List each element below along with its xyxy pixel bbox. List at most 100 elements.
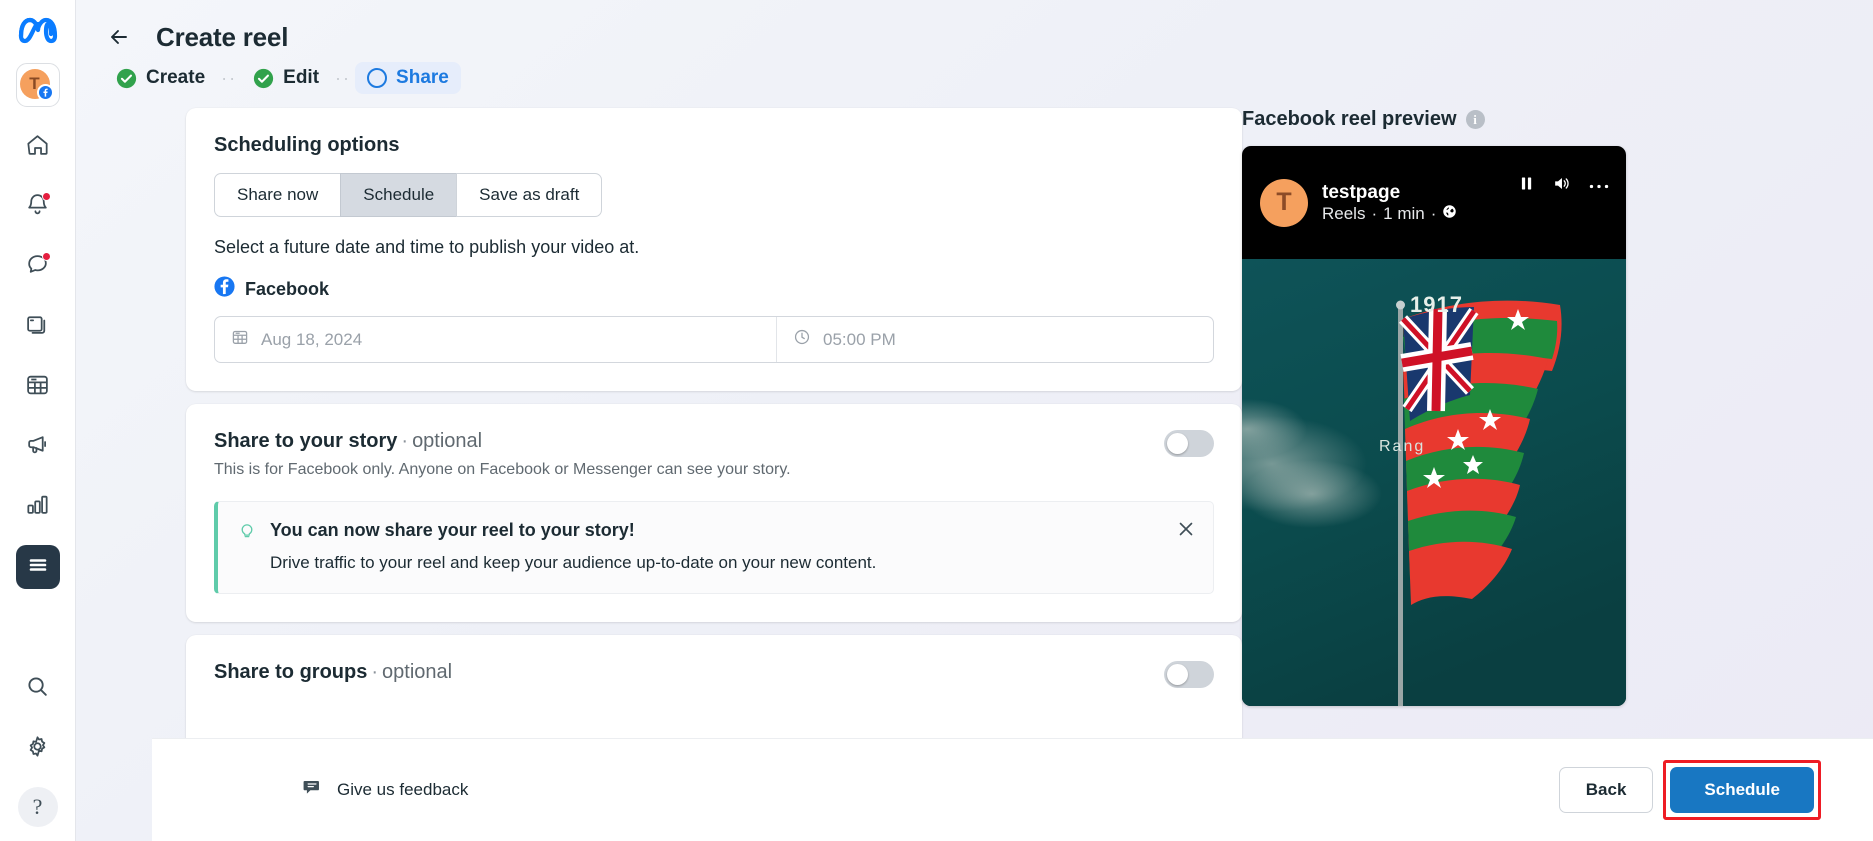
svg-text:1917: 1917 xyxy=(1410,292,1463,317)
title-separator: · xyxy=(401,430,409,452)
platform-row: Facebook xyxy=(214,276,1214,302)
page-header: Create reel xyxy=(76,0,1873,58)
search-icon xyxy=(25,674,50,704)
optional-label: optional xyxy=(412,430,483,452)
sidebar-item-planner[interactable] xyxy=(16,365,60,409)
sidebar-item-ads[interactable] xyxy=(16,425,60,469)
platform-name: Facebook xyxy=(245,278,330,299)
page-info: testpage Reels · 1 min · xyxy=(1322,181,1457,225)
sidebar-item-notifications[interactable] xyxy=(16,185,60,229)
step-connector: ·· xyxy=(221,67,238,88)
scheduling-segmented-control: Share now Schedule Save as draft xyxy=(214,173,1214,217)
close-icon[interactable] xyxy=(1175,518,1197,540)
step-share[interactable]: Share xyxy=(355,62,461,94)
step-label: Edit xyxy=(283,67,320,88)
share-to-story-text: Share to your story · optional This is for… xyxy=(214,430,791,479)
step-edit[interactable]: Edit xyxy=(241,62,331,94)
account-switcher-avatar[interactable]: T xyxy=(15,63,60,107)
meta-logo-icon[interactable] xyxy=(17,16,59,49)
meta-type: Reels xyxy=(1322,204,1366,224)
step-label: Create xyxy=(146,67,206,88)
left-nav-rail: T ? xyxy=(0,0,76,841)
notice-title: You can now share your reel to your stor… xyxy=(270,520,635,540)
time-value: 05:00 PM xyxy=(823,329,896,349)
share-to-groups-title: Share to groups xyxy=(214,661,368,683)
preview-title: Facebook reel preview xyxy=(1242,108,1457,130)
create-reel-page: T ? Create reel Create ·· Edit ·· Share … xyxy=(0,0,1873,841)
story-notice-banner: You can now share your reel to your stor… xyxy=(214,501,1214,594)
pause-icon[interactable] xyxy=(1518,174,1535,198)
toggle-knob xyxy=(1167,433,1188,454)
calendar-icon xyxy=(231,328,249,351)
scheduling-helper-text: Select a future date and time to publish… xyxy=(214,237,640,257)
title-separator: · xyxy=(371,661,379,683)
schedule-option[interactable]: Schedule xyxy=(340,173,458,217)
player-controls xyxy=(1518,174,1610,198)
back-arrow-icon[interactable] xyxy=(102,20,136,54)
share-to-story-card: Share to your story · optional This is for… xyxy=(186,404,1242,622)
date-value: Aug 18, 2024 xyxy=(261,329,363,349)
form-column: Scheduling options Share now Schedule Sa… xyxy=(76,108,1242,794)
circle-outline-icon xyxy=(367,68,388,88)
share-to-groups-toggle[interactable] xyxy=(1164,661,1214,688)
hamburger-menu-icon xyxy=(26,553,50,582)
content-pages-icon xyxy=(25,312,50,342)
meta-separator: · xyxy=(1430,204,1437,224)
step-create[interactable]: Create xyxy=(104,62,217,94)
page-title: Create reel xyxy=(156,21,289,52)
page-name: testpage xyxy=(1322,181,1401,203)
home-icon xyxy=(25,132,50,162)
date-input[interactable]: Aug 18, 2024 xyxy=(215,317,777,362)
share-to-story-subtitle: This is for Facebook only. Anyone on Fac… xyxy=(214,461,791,478)
megaphone-icon xyxy=(25,432,50,462)
share-now-option[interactable]: Share now xyxy=(214,173,342,217)
clock-icon xyxy=(793,328,811,351)
meta-separator: · xyxy=(1371,204,1378,224)
speaker-icon[interactable] xyxy=(1551,174,1572,198)
stepper: Create ·· Edit ·· Share xyxy=(76,62,1873,94)
scheduling-options-card: Scheduling options Share now Schedule Sa… xyxy=(186,108,1242,391)
preview-column: Facebook reel preview i T testpage Reels… xyxy=(1242,108,1873,794)
footer-bar: Give us feedback Back Schedule xyxy=(152,738,1873,841)
sidebar-item-home[interactable] xyxy=(16,125,60,169)
time-input[interactable]: 05:00 PM xyxy=(777,317,1213,362)
share-to-story-toggle[interactable] xyxy=(1164,430,1214,457)
reel-preview-player[interactable]: T testpage Reels · 1 min · 1917 Rang xyxy=(1242,146,1626,706)
footer-actions: Back Schedule xyxy=(1558,760,1821,820)
step-label: Share xyxy=(396,67,449,88)
bar-chart-icon xyxy=(25,492,50,522)
sidebar-item-search[interactable] xyxy=(16,667,60,711)
schedule-button[interactable]: Schedule xyxy=(1670,767,1814,813)
sidebar-item-insights[interactable] xyxy=(16,485,60,529)
back-button[interactable]: Back xyxy=(1558,767,1654,813)
feedback-icon xyxy=(302,777,323,803)
schedule-button-highlight: Schedule xyxy=(1663,760,1821,820)
sidebar-item-content[interactable] xyxy=(16,305,60,349)
sidebar-item-all-tools[interactable] xyxy=(15,545,60,589)
share-to-story-title: Share to your story xyxy=(214,430,398,452)
main-area: Create reel Create ·· Edit ·· Share Sche… xyxy=(76,0,1873,841)
notice-body: Drive traffic to your reel and keep your… xyxy=(270,553,877,572)
sidebar-item-messages[interactable] xyxy=(16,245,60,289)
facebook-icon xyxy=(214,276,235,302)
sidebar-item-settings[interactable] xyxy=(16,727,60,771)
help-button[interactable]: ? xyxy=(17,787,58,827)
page-meta: Reels · 1 min · xyxy=(1322,204,1457,224)
save-as-draft-option[interactable]: Save as draft xyxy=(456,173,603,217)
page-avatar: T xyxy=(1260,178,1308,227)
share-to-groups-header: Share to groups · optional xyxy=(214,661,1214,688)
svg-text:Rang: Rang xyxy=(1379,438,1425,455)
check-circle-icon xyxy=(253,68,274,89)
share-to-groups-title-row: Share to groups · optional xyxy=(214,661,452,684)
preview-header: Facebook reel preview i xyxy=(1242,108,1873,131)
check-circle-icon xyxy=(116,68,137,89)
info-icon[interactable]: i xyxy=(1465,110,1485,129)
ellipsis-icon[interactable] xyxy=(1588,177,1610,195)
reel-video-frame: 1917 Rang xyxy=(1242,259,1626,706)
calendar-icon xyxy=(25,372,50,402)
content-columns: Scheduling options Share now Schedule Sa… xyxy=(76,94,1873,794)
give-feedback-button[interactable]: Give us feedback xyxy=(302,777,468,803)
give-feedback-label: Give us feedback xyxy=(337,780,469,799)
globe-icon xyxy=(1442,204,1457,224)
meta-duration: 1 min xyxy=(1383,204,1425,224)
